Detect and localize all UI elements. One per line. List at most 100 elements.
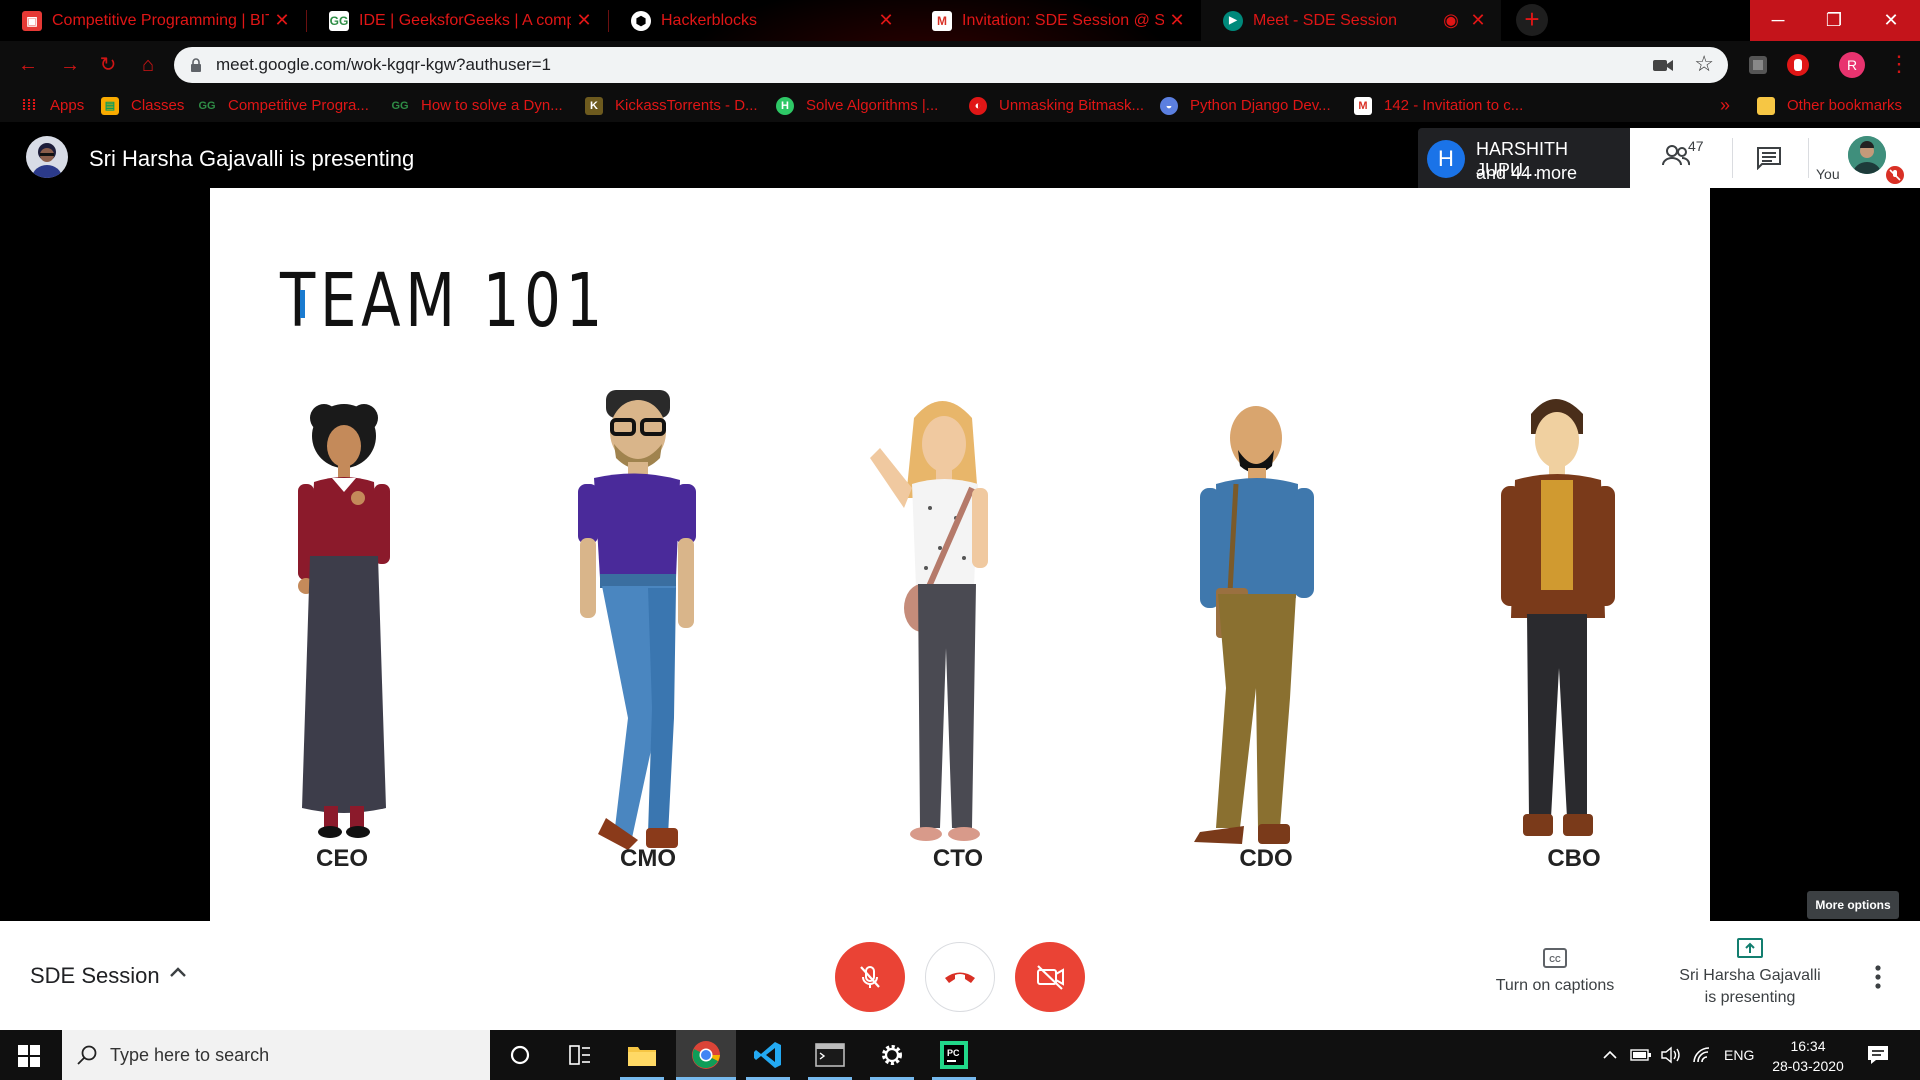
bookmark-solve-algorithms[interactable]: H Solve Algorithms |... — [776, 89, 938, 122]
other-bookmarks-folder[interactable]: Other bookmarks — [1757, 89, 1902, 122]
meeting-details-button[interactable]: SDE Session — [30, 963, 160, 989]
reload-icon[interactable]: ↻ — [94, 51, 122, 79]
presentation-status-button[interactable]: Sri Harsha Gajavalli is presenting — [1660, 937, 1840, 1009]
hackerearth-icon: ◐ — [969, 96, 987, 115]
role-label-cmo: CMO — [620, 845, 676, 872]
cto-illustration — [870, 401, 988, 841]
presentation-stage: TEAM 101 CEO CMO CTO CDO CBO More option… — [0, 188, 1920, 921]
mic-off-icon — [860, 966, 880, 988]
bookmark-how-to-solve[interactable]: GG How to solve a Dyn... — [391, 89, 562, 122]
participants-card[interactable]: H HARSHITH JUPU... and 44 more — [1418, 128, 1630, 188]
bookmark-classes[interactable]: ▤ Classes — [101, 89, 184, 122]
pycharm-icon[interactable]: PC — [924, 1030, 984, 1080]
forward-icon[interactable]: → — [56, 51, 84, 79]
more-options-kebab-icon[interactable] — [1874, 965, 1882, 989]
apps-grid-icon: ⁞⁞⁞ — [21, 97, 37, 114]
close-tab-icon[interactable]: ✕ — [873, 10, 899, 31]
settings-gear-icon[interactable] — [862, 1030, 922, 1080]
svg-text:PC: PC — [947, 1048, 960, 1058]
recording-indicator-icon: ◉ — [1443, 10, 1459, 30]
url-text: meet.google.com/wok-kgqr-kgw?authuser=1 — [216, 55, 551, 74]
slide-title: TEAM 101 — [280, 258, 607, 344]
system-clock[interactable]: 16:34 28-03-2020 — [1768, 1036, 1848, 1076]
profile-avatar[interactable]: R — [1839, 52, 1865, 78]
new-tab-button[interactable]: + — [1516, 4, 1548, 36]
bit-icon: ▣ — [22, 10, 42, 31]
microphone-toggle-button[interactable] — [835, 942, 905, 1012]
lock-icon — [191, 58, 201, 72]
hackerrank-icon: H — [776, 96, 794, 115]
close-tab-icon[interactable]: ✕ — [269, 10, 295, 31]
present-screen-icon — [1737, 938, 1763, 958]
back-icon[interactable]: ← — [14, 51, 42, 79]
self-label: You — [1816, 166, 1840, 182]
gfg-icon: GG — [391, 99, 409, 112]
presenting-banner: Sri Harsha Gajavalli is presenting — [89, 146, 415, 171]
bookmark-star-icon[interactable]: ☆ — [1694, 51, 1714, 77]
bookmark-competitive-programming[interactable]: GG Competitive Progra... — [198, 89, 368, 122]
browser-menu-icon[interactable]: ⋮ — [1888, 53, 1910, 75]
restore-button[interactable]: ❐ — [1806, 0, 1862, 41]
role-label-ceo: CEO — [315, 845, 368, 872]
gfg-icon: GG — [329, 10, 349, 31]
role-label-cbo: CBO — [1547, 845, 1601, 872]
close-tab-icon[interactable]: ✕ — [1465, 10, 1491, 31]
hang-up-icon — [945, 972, 975, 983]
bookmark-python-django[interactable]: ◒ Python Django Dev... — [1160, 89, 1331, 122]
people-icon[interactable] — [1662, 144, 1690, 166]
bookmark-kickasstorrents[interactable]: K KickassTorrents - D... — [585, 89, 758, 122]
bookmark-apps[interactable]: ⁞⁞⁞ Apps — [20, 89, 85, 122]
tab-meet-sde-session[interactable]: ▶ Meet - SDE Session ◉ ✕ — [1201, 0, 1501, 41]
windows-start-icon[interactable] — [18, 1045, 40, 1067]
meet-top-actions: 47 You — [1630, 128, 1920, 188]
camera-toggle-button[interactable] — [1015, 942, 1085, 1012]
bookmarks-bar: ⁞⁞⁞ Apps ▤ Classes GG Competitive Progra… — [0, 89, 1920, 122]
closed-captions-icon: CC — [1543, 948, 1567, 968]
adblock-icon[interactable] — [1786, 53, 1810, 77]
battery-icon[interactable] — [1630, 1030, 1652, 1080]
wifi-icon[interactable] — [1692, 1030, 1712, 1080]
bookmarks-overflow-icon[interactable]: » — [1720, 89, 1730, 122]
camera-off-icon — [1037, 965, 1064, 990]
bookmark-invitation[interactable]: M 142 - Invitation to c... — [1354, 89, 1523, 122]
svg-text:CC: CC — [1549, 955, 1561, 964]
tab-invitation-sde-session[interactable]: M Invitation: SDE Session @ Sat M ✕ — [910, 0, 1200, 41]
home-icon[interactable]: ⌂ — [134, 51, 162, 79]
bookmark-unmasking-bitmask[interactable]: ◐ Unmasking Bitmask... — [969, 89, 1144, 122]
tab-hackerblocks[interactable]: ⬢ Hackerblocks ✕ — [609, 0, 909, 41]
chat-icon[interactable] — [1756, 146, 1782, 170]
address-bar[interactable]: meet.google.com/wok-kgqr-kgw?authuser=1 … — [174, 47, 1728, 83]
close-window-button[interactable]: ✕ — [1862, 0, 1920, 41]
file-explorer-icon[interactable] — [612, 1030, 672, 1080]
input-language[interactable]: ENG — [1724, 1030, 1754, 1080]
meet-top-bar: Sri Harsha Gajavalli is presenting H HAR… — [0, 122, 1920, 188]
ceo-illustration — [298, 404, 390, 838]
hackerblocks-icon: ⬢ — [631, 10, 651, 31]
terminal-icon[interactable] — [800, 1030, 860, 1080]
volume-icon[interactable] — [1660, 1030, 1682, 1080]
task-view-icon[interactable] — [550, 1030, 610, 1080]
camera-permission-icon[interactable] — [1652, 56, 1674, 74]
leave-call-button[interactable] — [925, 942, 995, 1012]
self-avatar[interactable] — [1848, 136, 1886, 174]
chrome-taskbar-icon[interactable] — [676, 1030, 736, 1080]
close-tab-icon[interactable]: ✕ — [1164, 10, 1190, 31]
close-tab-icon[interactable]: ✕ — [571, 10, 597, 31]
participant-count: 47 — [1688, 138, 1704, 154]
action-center-icon[interactable] — [1866, 1043, 1890, 1067]
tab-ide-geeksforgeeks[interactable]: GG IDE | GeeksforGeeks | A compute ✕ — [307, 0, 607, 41]
vscode-icon[interactable] — [738, 1030, 798, 1080]
chevron-up-icon[interactable] — [168, 963, 188, 983]
gmail-icon: M — [932, 10, 952, 31]
taskbar-search-box[interactable]: Type here to search — [62, 1030, 490, 1080]
cdo-illustration — [1194, 406, 1314, 844]
minimize-button[interactable]: ─ — [1750, 0, 1806, 41]
folder-icon — [1757, 96, 1775, 115]
meet-icon: ▶ — [1223, 10, 1243, 31]
tab-competitive-programming[interactable]: ▣ Competitive Programming | BIT C ✕ — [0, 0, 305, 41]
cortana-icon[interactable] — [490, 1030, 550, 1080]
extension-icon[interactable] — [1746, 53, 1770, 77]
mic-off-badge-icon — [1884, 164, 1906, 186]
show-hidden-icons-icon[interactable] — [1602, 1030, 1618, 1080]
captions-button[interactable]: CC Turn on captions — [1480, 947, 1630, 995]
